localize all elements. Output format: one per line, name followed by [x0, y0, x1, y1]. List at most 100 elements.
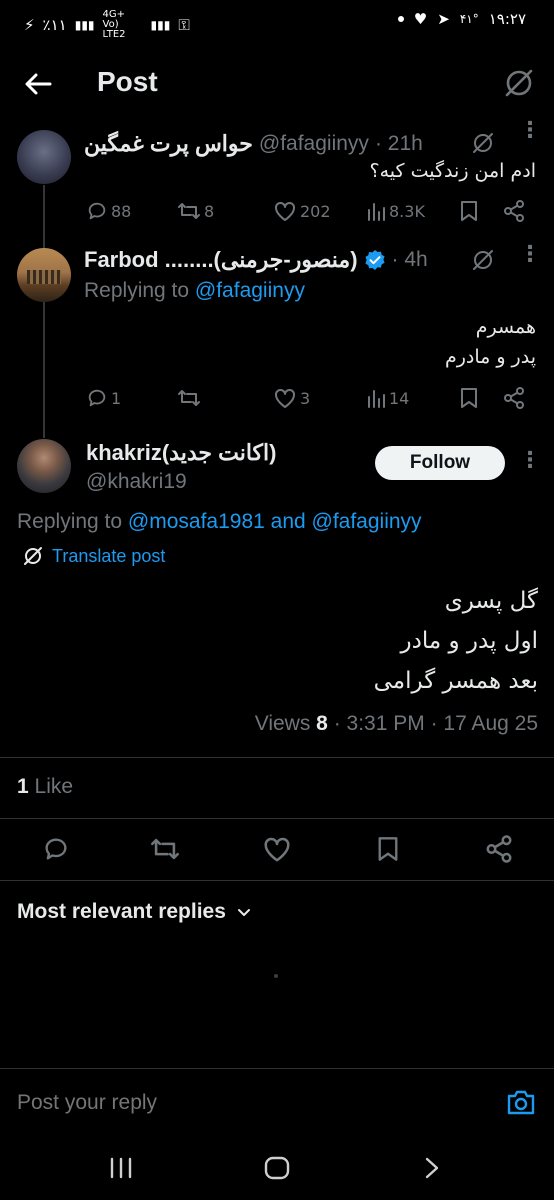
bookmark-icon[interactable]	[458, 200, 480, 222]
translate-post-label: Translate post	[52, 545, 166, 566]
post-text-line: گل پسری	[444, 588, 538, 614]
recent-apps-icon[interactable]	[108, 1156, 134, 1180]
replying-to-label: Replying to	[84, 279, 190, 302]
follow-button[interactable]: Follow	[375, 446, 505, 480]
signal-icon-2: ▮▮▮	[150, 18, 171, 32]
post-author-handle[interactable]: @fafagiinyy	[259, 132, 369, 156]
replying-to-handles[interactable]: @mosafa1981 and @fafagiinyy	[128, 510, 422, 533]
post-author-name[interactable]: حواس پرت غمگین	[84, 131, 253, 157]
status-bar: ⚡ ٪۱۱ ▮▮▮ 4G+ Vo) LTE2 ▮▮▮ ⚿ ♥ ➤ ۴۱° ۱۹:…	[0, 0, 554, 40]
likes-summary[interactable]: 1 Like	[17, 775, 73, 799]
more-options-icon[interactable]: ⋮	[519, 120, 541, 142]
grok-icon[interactable]	[470, 130, 496, 156]
reply-input[interactable]	[17, 1085, 477, 1121]
reply-button[interactable]: 1	[86, 387, 121, 409]
avatar[interactable]	[17, 439, 71, 493]
bookmark-icon[interactable]	[458, 387, 480, 409]
post-time: · 21h	[374, 132, 423, 155]
chevron-down-icon	[237, 909, 250, 916]
share-icon[interactable]	[502, 386, 526, 410]
heart-icon[interactable]	[262, 835, 292, 863]
post-time: · 4h	[391, 248, 428, 271]
views-count: 14	[389, 388, 410, 408]
repost-icon[interactable]	[149, 835, 181, 863]
like-count: 3	[300, 388, 311, 408]
notification-dot-icon	[397, 16, 404, 22]
post-author-name[interactable]: Farbod ........(منصور-جرمنی)	[84, 247, 358, 273]
page-title: Post	[97, 66, 158, 97]
top-bar: Post	[0, 52, 554, 116]
replies-sort-dropdown[interactable]: Most relevant replies	[17, 900, 252, 924]
back-nav-icon[interactable]	[422, 1156, 442, 1180]
avatar[interactable]	[17, 130, 71, 184]
more-options-icon[interactable]: ⋮	[519, 450, 541, 472]
views-button[interactable]: 14	[366, 387, 409, 409]
system-nav-bar	[0, 1136, 554, 1200]
telegram-icon: ➤	[437, 10, 450, 28]
replying-to-label: Replying to	[17, 510, 123, 533]
repost-count: 8	[204, 201, 215, 221]
like-button[interactable]: 3	[273, 387, 310, 409]
bookmark-icon[interactable]	[375, 835, 401, 863]
avatar[interactable]	[17, 248, 71, 302]
like-count: 202	[300, 201, 331, 221]
battery-saver-icon: ⚡	[24, 16, 35, 34]
loading-indicator	[274, 974, 278, 978]
network-label: 4G+ Vo) LTE2	[102, 9, 126, 40]
verified-badge-icon	[364, 250, 385, 270]
reply-count: 1	[111, 388, 122, 408]
thread-line	[43, 185, 45, 250]
reply-icon	[88, 389, 106, 407]
post-header: حواس پرت غمگین @fafagiinyy · 21h	[84, 130, 484, 158]
views-button[interactable]: 8.3K	[366, 200, 425, 222]
like-button[interactable]: 202	[273, 200, 331, 222]
views-icon	[368, 390, 385, 408]
replying-to: Replying to @mosafa1981 and @fafagiinyy	[17, 510, 422, 534]
battery-percent: ٪۱۱	[42, 16, 67, 34]
divider	[0, 1068, 554, 1069]
back-arrow-icon[interactable]	[22, 68, 54, 100]
replying-to: Replying to @fafagiinyy	[84, 279, 305, 303]
post-text-line: بعد همسر گرامی	[373, 668, 538, 694]
post-text-line: اول پدر و مادر	[400, 628, 538, 654]
post-author-handle[interactable]: @khakri19	[86, 470, 187, 494]
heart-icon	[275, 388, 295, 408]
post-metadata: Views 8 · 3:31 PM · 17 Aug 25	[255, 712, 538, 736]
camera-icon[interactable]	[506, 1088, 536, 1116]
repost-button[interactable]	[177, 387, 204, 409]
key-icon: ⚿	[178, 16, 190, 34]
grok-icon[interactable]	[470, 247, 496, 273]
post-header: Farbod ........(منصور-جرمنی) · 4h	[84, 246, 484, 274]
divider	[0, 818, 554, 819]
grok-icon[interactable]	[502, 66, 536, 100]
heart-status-icon: ♥	[413, 10, 428, 28]
likes-count: 1	[17, 775, 29, 798]
replying-to-handle[interactable]: @fafagiinyy	[195, 279, 305, 302]
home-icon[interactable]	[263, 1155, 291, 1181]
views-count: 8.3K	[389, 201, 425, 221]
views-count: 8	[316, 712, 328, 735]
post-text-line: همسرم	[475, 316, 536, 338]
repost-icon	[178, 203, 200, 219]
translate-post-button[interactable]: Translate post	[22, 545, 165, 567]
temperature: ۴۱°	[459, 12, 479, 26]
reply-button[interactable]: 88	[86, 200, 131, 222]
share-icon[interactable]	[502, 199, 526, 223]
share-icon[interactable]	[484, 834, 514, 864]
repost-icon	[178, 390, 200, 406]
thread-line	[43, 300, 45, 438]
repost-button[interactable]: 8	[177, 200, 214, 222]
views-label: Views	[254, 712, 311, 735]
views-icon	[368, 203, 385, 221]
grok-icon	[24, 547, 42, 565]
replies-sort-label: Most relevant replies	[17, 900, 226, 923]
post-author-name[interactable]: khakriz(اکانت جدید)	[86, 440, 276, 466]
post-timestamp: · 3:31 PM · 17 Aug 25	[333, 712, 538, 735]
more-options-icon[interactable]: ⋮	[519, 244, 541, 266]
reply-icon	[88, 202, 106, 220]
signal-icon: ▮▮▮	[74, 18, 95, 32]
reply-icon[interactable]	[42, 835, 70, 863]
clock: ۱۹:۲۷	[488, 10, 526, 28]
divider	[0, 880, 554, 881]
reply-count: 88	[111, 201, 132, 221]
